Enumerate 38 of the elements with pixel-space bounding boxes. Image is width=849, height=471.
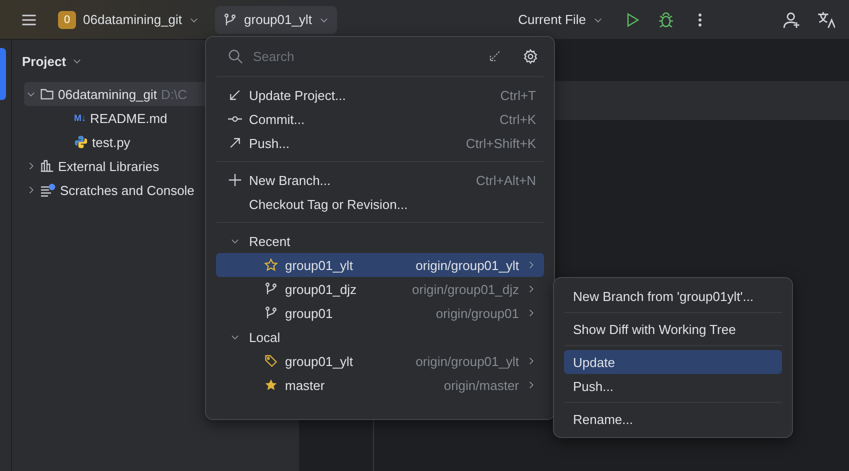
- section-header[interactable]: Local: [216, 325, 544, 349]
- star-icon: [264, 258, 278, 272]
- menu-item[interactable]: New Branch from 'group01ylt'...: [564, 284, 782, 308]
- star-icon: [264, 378, 278, 392]
- branch-item[interactable]: group01_ylt origin/group01_ylt: [216, 253, 544, 277]
- plus-icon: [228, 173, 242, 187]
- branch-item[interactable]: master origin/master: [216, 373, 544, 397]
- branch-item[interactable]: group01_djz origin/group01_djz: [216, 277, 544, 301]
- arrow-icon: [228, 136, 242, 150]
- branch-selector[interactable]: group01_ylt: [215, 6, 337, 34]
- library-icon: [40, 159, 54, 173]
- collapse-icon[interactable]: [488, 50, 501, 63]
- menu-item[interactable]: New Branch... Ctrl+Alt+N: [216, 168, 544, 192]
- panel-title[interactable]: Project: [22, 54, 66, 68]
- search-field[interactable]: Search: [251, 48, 480, 65]
- branch-item[interactable]: group01_ylt origin/group01_ylt: [216, 349, 544, 373]
- search-icon: [228, 49, 243, 64]
- branch-icon: [223, 12, 238, 26]
- arrow-icon: [228, 88, 242, 102]
- branch-item[interactable]: group01 origin/group01: [216, 301, 544, 325]
- menu-item[interactable]: Checkout Tag or Revision...: [216, 192, 544, 216]
- run-config-selector[interactable]: Current File: [510, 6, 611, 34]
- menu-item[interactable]: Push... Ctrl+Shift+K: [216, 131, 544, 155]
- menu-item[interactable]: Update: [564, 350, 782, 374]
- menu-item[interactable]: Show Diff with Working Tree: [564, 317, 782, 341]
- python-icon: [74, 135, 88, 149]
- menu-item[interactable]: Commit... Ctrl+K: [216, 107, 544, 131]
- markdown-icon: M↓: [74, 113, 86, 123]
- tag-icon: [264, 354, 278, 368]
- scratches-icon: [40, 183, 56, 197]
- folder-icon: [40, 87, 54, 101]
- menu-item[interactable]: Rename...: [564, 407, 782, 431]
- branch-icon: [264, 282, 278, 296]
- settings-icon[interactable]: [523, 49, 538, 64]
- project-selector[interactable]: 0 06datamining_git: [50, 6, 208, 34]
- section-header[interactable]: Recent: [216, 229, 544, 253]
- menu-item[interactable]: Push...: [564, 374, 782, 398]
- branch-icon: [264, 306, 278, 320]
